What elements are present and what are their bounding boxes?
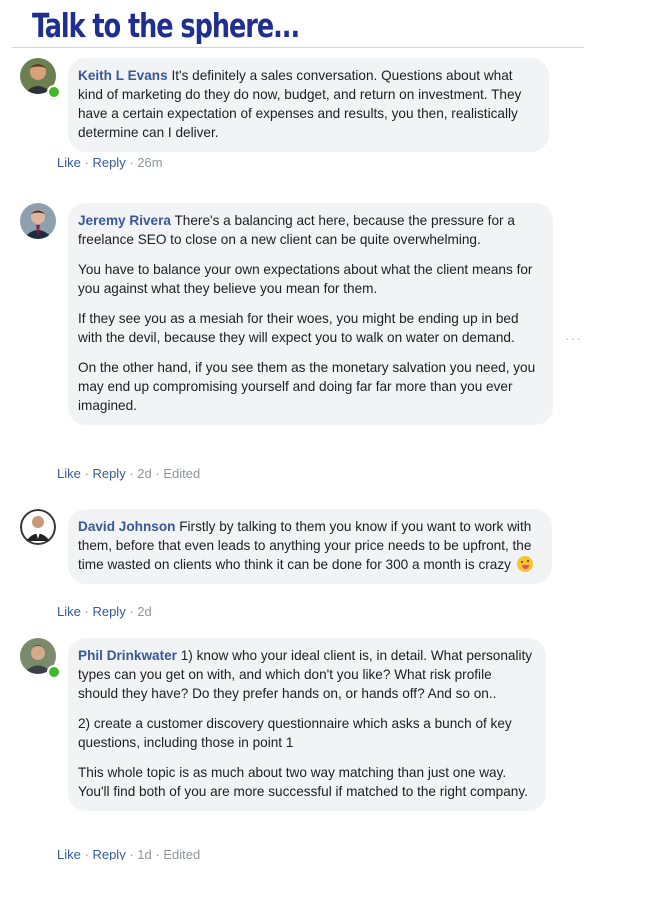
more-options-icon[interactable]: ··· — [565, 330, 582, 346]
comment-bubble: David Johnson Firstly by talking to them… — [68, 509, 552, 584]
winking-tongue-emoji-icon — [516, 556, 533, 572]
online-status-indicator — [47, 665, 61, 679]
reply-link[interactable]: Reply — [92, 604, 125, 619]
avatar[interactable] — [20, 203, 56, 239]
reply-link[interactable]: Reply — [92, 155, 125, 170]
author-name[interactable]: Phil Drinkwater — [78, 648, 177, 663]
comment-paragraph: Phil Drinkwater 1) know who your ideal c… — [78, 648, 533, 701]
online-status-indicator — [47, 85, 61, 99]
comment-paragraph: This whole topic is as much about two wa… — [78, 765, 528, 799]
page-title: Talk to the sphere... — [32, 6, 300, 45]
comment-bubble: Keith L Evans It's definitely a sales co… — [68, 58, 549, 152]
like-link[interactable]: Like — [57, 847, 81, 860]
comment-actions: Like · Reply · 1d · Edited — [57, 847, 201, 860]
timestamp[interactable]: 1d — [137, 847, 151, 860]
title-divider — [12, 47, 584, 48]
avatar[interactable] — [20, 509, 56, 545]
comment-bubble: Phil Drinkwater 1) know who your ideal c… — [68, 638, 546, 811]
reply-link[interactable]: Reply — [92, 466, 125, 481]
timestamp[interactable]: 26m — [137, 155, 162, 170]
comment-paragraph: Jeremy Rivera There's a balancing act he… — [78, 213, 515, 247]
comment-actions: Like · Reply · 2d — [57, 604, 152, 619]
like-link[interactable]: Like — [57, 466, 81, 481]
comment-paragraph: Keith L Evans It's definitely a sales co… — [78, 68, 522, 140]
like-link[interactable]: Like — [57, 604, 81, 619]
author-name[interactable]: Keith L Evans — [78, 68, 168, 83]
like-link[interactable]: Like — [57, 155, 81, 170]
author-name[interactable]: Jeremy Rivera — [78, 213, 171, 228]
comment-actions: Like · Reply · 26m — [57, 155, 163, 170]
comment-paragraph: If they see you as a mesiah for their wo… — [78, 311, 519, 345]
edited-label[interactable]: Edited — [163, 847, 200, 860]
timestamp[interactable]: 2d — [137, 466, 151, 481]
comment-paragraph: David Johnson Firstly by talking to them… — [78, 519, 533, 572]
author-name[interactable]: David Johnson — [78, 519, 175, 534]
comment-actions: Like · Reply · 2d · Edited — [57, 466, 201, 481]
comment-paragraph: You have to balance your own expectation… — [78, 262, 533, 296]
comment-bubble: Jeremy Rivera There's a balancing act he… — [68, 203, 553, 425]
comment-paragraph: On the other hand, if you see them as th… — [78, 360, 536, 413]
timestamp[interactable]: 2d — [137, 604, 151, 619]
reply-link[interactable]: Reply — [92, 847, 125, 860]
edited-label[interactable]: Edited — [163, 466, 200, 481]
comment-paragraph: 2) create a customer discovery questionn… — [78, 716, 512, 750]
